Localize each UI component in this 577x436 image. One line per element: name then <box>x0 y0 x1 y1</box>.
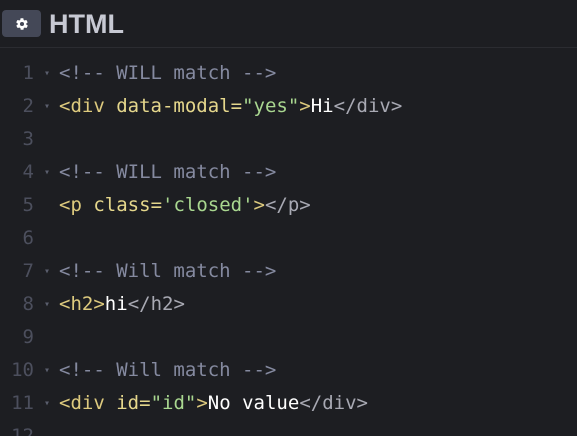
code-text: <div data-modal="yes">Hi</div> <box>59 90 402 123</box>
line-number: 7 <box>22 260 34 282</box>
fold-arrow-icon[interactable]: ▾ <box>40 288 54 321</box>
fold-arrow-icon[interactable]: ▾ <box>40 255 54 288</box>
code-token-attr: data-modal <box>116 95 231 117</box>
code-token-bracket: > <box>196 392 208 414</box>
code-editor[interactable]: 1 ▾ <!-- WILL match --> 2 ▾ <div data-modal="… <box>0 57 577 436</box>
code-line[interactable]: 7 ▾ <!-- Will match --> <box>0 255 577 288</box>
code-token-bracket: < <box>59 392 71 414</box>
code-line[interactable]: 10 ▾ <!-- Will match --> <box>0 354 577 387</box>
fold-arrow-icon[interactable]: ▾ <box>40 90 54 123</box>
code-line[interactable]: 8 ▾ <h2>hi</h2> <box>0 288 577 321</box>
code-text: <p class='closed'></p> <box>59 189 311 222</box>
fold-arrow-icon[interactable]: ▾ <box>40 156 54 189</box>
settings-button[interactable] <box>2 10 41 37</box>
code-line[interactable]: 2 ▾ <div data-modal="yes">Hi</div> <box>0 90 577 123</box>
line-number: 10 <box>11 359 34 381</box>
code-line[interactable]: 3 <box>0 123 577 156</box>
line-number: 2 <box>22 95 34 117</box>
editor-header: HTML <box>0 0 577 48</box>
code-token-dim: </div> <box>299 392 368 414</box>
code-token-tag: h2 <box>70 293 94 315</box>
code-token-str: "id" <box>150 392 197 414</box>
code-token-comment: <!-- WILL match --> <box>59 161 277 183</box>
code-token-comment: <!-- WILL match --> <box>59 62 277 84</box>
code-token-text: hi <box>104 293 128 315</box>
code-token-bracket: > <box>93 293 105 315</box>
code-text: <!-- Will match --> <box>59 255 276 288</box>
code-token-eq: = <box>230 95 243 117</box>
code-token-comment: <!-- Will match --> <box>59 359 277 381</box>
line-number: 11 <box>11 392 34 414</box>
code-token-eq: = <box>150 194 163 216</box>
line-number: 5 <box>22 194 34 216</box>
code-line[interactable]: 1 ▾ <!-- WILL match --> <box>0 57 577 90</box>
line-number: 9 <box>22 326 34 348</box>
code-token-text: No value <box>207 392 300 414</box>
code-token-comment: <!-- Will match --> <box>59 260 277 282</box>
line-number: 4 <box>22 161 34 183</box>
code-token-tag: p <box>70 194 82 216</box>
gear-icon <box>15 17 29 31</box>
code-text: <!-- WILL match --> <box>59 156 276 189</box>
code-token-attr: class <box>93 194 151 216</box>
code-token-dim: </p> <box>264 194 311 216</box>
fold-arrow-icon[interactable]: ▾ <box>40 354 54 387</box>
line-number: 1 <box>22 62 34 84</box>
code-token-bracket: < <box>59 95 71 117</box>
code-token-bracket: > <box>299 95 311 117</box>
code-token-str: 'closed' <box>162 194 254 216</box>
code-line[interactable]: 11 ▾ <div id="id">No value</div> <box>0 387 577 420</box>
code-token-attr: id <box>116 392 140 414</box>
code-token-eq: = <box>139 392 151 414</box>
code-token-tag: div <box>70 95 105 117</box>
code-token-tag: div <box>70 392 105 414</box>
code-text: <!-- WILL match --> <box>59 57 276 90</box>
code-line[interactable]: 4 ▾ <!-- WILL match --> <box>0 156 577 189</box>
code-token-dim: </div> <box>333 95 403 117</box>
fold-arrow-icon[interactable]: ▾ <box>40 387 54 420</box>
code-token-text: Hi <box>310 95 334 117</box>
code-text: <div id="id">No value</div> <box>59 387 368 420</box>
code-line[interactable]: 6 <box>0 222 577 255</box>
code-token-dim: </h2> <box>127 293 185 315</box>
code-line[interactable]: 12 <box>0 420 577 436</box>
code-line[interactable]: 5 <p class='closed'></p> <box>0 189 577 222</box>
editor-title: HTML <box>49 9 124 39</box>
code-token-str: "yes" <box>242 95 300 117</box>
line-number: 12 <box>11 425 34 436</box>
html-editor-panel: HTML 1 ▾ <!-- WILL match --> 2 ▾ <div data-mo… <box>0 0 577 436</box>
code-text: <!-- Will match --> <box>59 354 276 387</box>
code-line[interactable]: 9 <box>0 321 577 354</box>
code-text: <h2>hi</h2> <box>59 288 185 321</box>
code-token-bracket: < <box>59 194 71 216</box>
line-number: 8 <box>22 293 34 315</box>
line-number: 6 <box>22 227 34 249</box>
code-token-bracket: < <box>59 293 71 315</box>
fold-arrow-icon[interactable]: ▾ <box>40 57 54 90</box>
line-number: 3 <box>22 128 34 150</box>
code-token-bracket: > <box>253 194 265 216</box>
